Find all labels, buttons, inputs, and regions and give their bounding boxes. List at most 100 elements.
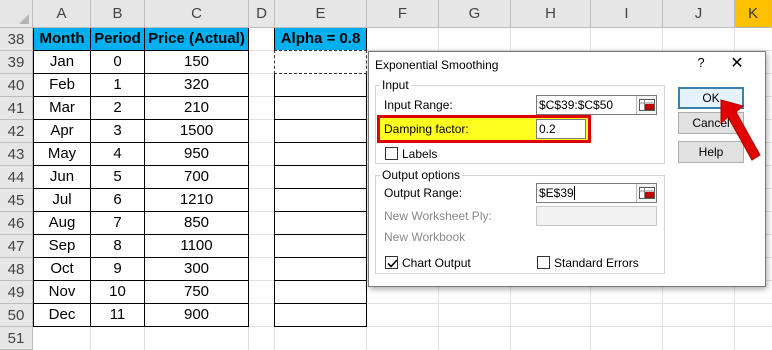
damping-factor-field[interactable]: 0.2 — [536, 119, 586, 139]
header-cell-alpha[interactable]: Alpha = 0.8 — [275, 28, 366, 51]
cell-month[interactable]: Dec — [34, 304, 90, 327]
table-border — [274, 280, 367, 281]
row-header-48[interactable]: 48 — [0, 258, 33, 281]
row-header-45[interactable]: 45 — [0, 189, 33, 212]
row-header-51[interactable]: 51 — [0, 327, 33, 350]
cell-price[interactable]: 1100 — [145, 235, 248, 258]
input-range-value: $C$39:$C$50 — [539, 98, 614, 112]
help-icon[interactable]: ? — [694, 55, 708, 70]
table-border — [274, 142, 367, 143]
column-header-d[interactable]: D — [249, 0, 275, 28]
header-cell-price[interactable]: Price (Actual) — [145, 28, 248, 51]
table-border — [33, 188, 249, 189]
output-range-value: $E$39 — [539, 186, 574, 200]
cell-month[interactable]: Oct — [34, 258, 90, 281]
select-all-corner[interactable] — [0, 0, 33, 28]
cell-period[interactable]: 8 — [91, 235, 144, 258]
cell-month[interactable]: Jul — [34, 189, 90, 212]
header-cell-period[interactable]: Period — [91, 28, 144, 51]
cell-period[interactable]: 10 — [91, 281, 144, 304]
output-range-field[interactable]: $E$39 — [536, 183, 657, 203]
column-header-g[interactable]: G — [439, 0, 511, 28]
output-range-collapse-button[interactable] — [636, 184, 656, 202]
cell-month[interactable]: Aug — [34, 212, 90, 235]
new-workbook-label: New Workbook — [384, 230, 466, 244]
cell-month[interactable]: Feb — [34, 74, 90, 97]
row-header-42[interactable]: 42 — [0, 120, 33, 143]
cell-period[interactable]: 5 — [91, 166, 144, 189]
row-header-41[interactable]: 41 — [0, 97, 33, 120]
column-header-k[interactable]: K — [735, 0, 772, 28]
new-worksheet-ply-label: New Worksheet Ply: — [384, 209, 492, 223]
output-options-label: Output options — [380, 168, 463, 182]
column-header-e[interactable]: E — [275, 0, 367, 28]
cell-price[interactable]: 150 — [145, 51, 248, 74]
cell-price[interactable]: 900 — [145, 304, 248, 327]
cell-price[interactable]: 850 — [145, 212, 248, 235]
damping-factor-value: 0.2 — [539, 122, 556, 136]
cell-month[interactable]: Jan — [34, 51, 90, 74]
input-range-label: Input Range: — [384, 98, 453, 112]
chart-output-checkbox[interactable] — [385, 256, 398, 269]
cell-price[interactable]: 300 — [145, 258, 248, 281]
cell-month[interactable]: May — [34, 143, 90, 166]
selected-cell-e39[interactable] — [274, 50, 367, 74]
cell-period[interactable]: 4 — [91, 143, 144, 166]
column-header-i[interactable]: I — [591, 0, 663, 28]
cell-period[interactable]: 11 — [91, 304, 144, 327]
cell-period[interactable]: 6 — [91, 189, 144, 212]
cell-price[interactable]: 1210 — [145, 189, 248, 212]
damping-factor-label: Damping factor: — [384, 122, 469, 136]
standard-errors-checkbox[interactable] — [537, 256, 550, 269]
cell-price[interactable]: 700 — [145, 166, 248, 189]
text-caret — [574, 186, 575, 200]
close-icon[interactable]: ✕ — [728, 53, 746, 73]
row-header-38[interactable]: 38 — [0, 28, 33, 51]
table-border — [33, 165, 249, 166]
cell-price[interactable]: 950 — [145, 143, 248, 166]
row-header-47[interactable]: 47 — [0, 235, 33, 258]
table-border — [274, 234, 367, 235]
cell-price[interactable]: 750 — [145, 281, 248, 304]
table-border — [274, 165, 367, 166]
input-group-label: Input — [380, 78, 411, 92]
cell-month[interactable]: Nov — [34, 281, 90, 304]
range-select-icon — [639, 99, 655, 111]
cell-month[interactable]: Mar — [34, 97, 90, 120]
column-header-j[interactable]: J — [663, 0, 735, 28]
header-cell-month[interactable]: Month — [34, 28, 90, 51]
input-range-field[interactable]: $C$39:$C$50 — [536, 95, 657, 115]
row-header-44[interactable]: 44 — [0, 166, 33, 189]
column-header-b[interactable]: B — [91, 0, 145, 28]
table-border — [33, 280, 249, 281]
column-header-a[interactable]: A — [33, 0, 91, 28]
column-header-c[interactable]: C — [145, 0, 249, 28]
table-border — [33, 303, 249, 304]
cell-period[interactable]: 1 — [91, 74, 144, 97]
table-border — [274, 326, 367, 327]
cell-period[interactable]: 2 — [91, 97, 144, 120]
cell-month[interactable]: Apr — [34, 120, 90, 143]
row-header-50[interactable]: 50 — [0, 304, 33, 327]
row-header-49[interactable]: 49 — [0, 281, 33, 304]
cell-month[interactable]: Jun — [34, 166, 90, 189]
cell-period[interactable]: 0 — [91, 51, 144, 74]
row-header-40[interactable]: 40 — [0, 74, 33, 97]
cell-price[interactable]: 210 — [145, 97, 248, 120]
table-border — [33, 73, 249, 74]
labels-checkbox[interactable] — [385, 147, 398, 160]
column-header-h[interactable]: H — [511, 0, 591, 28]
row-header-39[interactable]: 39 — [0, 51, 33, 74]
cell-period[interactable]: 9 — [91, 258, 144, 281]
cell-price[interactable]: 1500 — [145, 120, 248, 143]
row-header-43[interactable]: 43 — [0, 143, 33, 166]
cell-period[interactable]: 7 — [91, 212, 144, 235]
cell-price[interactable]: 320 — [145, 74, 248, 97]
input-range-collapse-button[interactable] — [636, 96, 656, 114]
red-arrow-annotation — [720, 99, 761, 161]
exponential-smoothing-dialog: Exponential Smoothing ? ✕ Input Input Ra… — [368, 51, 766, 287]
cell-period[interactable]: 3 — [91, 120, 144, 143]
column-header-f[interactable]: F — [367, 0, 439, 28]
row-header-46[interactable]: 46 — [0, 212, 33, 235]
cell-month[interactable]: Sep — [34, 235, 90, 258]
